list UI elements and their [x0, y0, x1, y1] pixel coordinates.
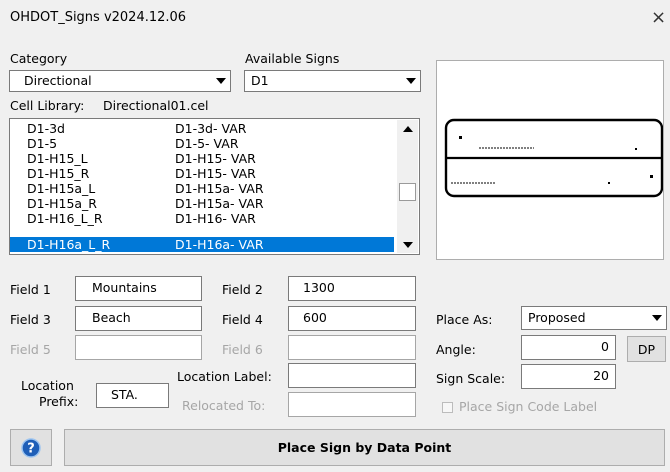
place-as-dropdown[interactable]: Proposed — [521, 306, 667, 330]
field3-value: Beach — [92, 310, 131, 325]
location-label-label: Location Label: — [177, 369, 272, 384]
sign-desc: D1-H15a- VAR — [175, 196, 264, 211]
field2-label: Field 2 — [222, 282, 263, 297]
cell-library-label: Cell Library: — [10, 98, 85, 113]
field1-label: Field 1 — [10, 282, 51, 297]
sign-name: D1-H16_L_R — [27, 211, 103, 226]
chevron-down-icon[interactable] — [649, 309, 665, 327]
category-label: Category — [10, 51, 68, 66]
cell-library-value: Directional01.cel — [103, 98, 209, 113]
field2-input[interactable]: 1300 — [288, 276, 416, 301]
relocated-to-label: Relocated To: — [182, 398, 266, 413]
location-label-input[interactable] — [288, 363, 416, 388]
sign-desc: D1-5- VAR — [175, 136, 239, 151]
list-item[interactable]: D1-H16_L_R D1-H16- VAR — [10, 211, 394, 226]
location-prefix-label-line2: Prefix: — [39, 394, 79, 409]
sign-desc: D1-H15- VAR — [175, 166, 256, 181]
place-sign-button[interactable]: Place Sign by Data Point — [64, 429, 665, 466]
angle-input[interactable]: 0 — [521, 335, 616, 360]
field4-value: 600 — [303, 310, 327, 325]
available-signs-dropdown[interactable]: D1 — [244, 70, 421, 92]
relocated-to-input[interactable] — [288, 392, 416, 417]
window-title: OHDOT_Signs v2024.12.06 — [10, 10, 187, 25]
field1-input[interactable]: Mountains — [75, 276, 202, 301]
place-code-label-checkbox[interactable] — [442, 402, 453, 413]
sign-desc: D1-H16a- VAR — [175, 237, 264, 252]
svg-text:?: ? — [27, 441, 35, 456]
sign-listbox[interactable]: D1-3d D1-3d- VAR D1-5 D1-5- VAR D1-H15_L… — [9, 118, 420, 255]
list-item[interactable]: D1-5 D1-5- VAR — [10, 136, 394, 151]
field4-label: Field 4 — [222, 312, 263, 327]
sign-name: D1-H15a_L — [27, 181, 96, 196]
field5-label: Field 5 — [10, 342, 51, 357]
scroll-up-icon[interactable] — [397, 120, 418, 137]
list-item[interactable]: D1-H15_R D1-H15- VAR — [10, 166, 394, 181]
sign-name: D1-5 — [27, 136, 58, 151]
scroll-down-icon[interactable] — [397, 236, 418, 253]
place-as-value: Proposed — [528, 310, 586, 325]
sign-name: D1-3d — [27, 121, 65, 136]
dp-button[interactable]: DP — [627, 336, 666, 362]
sign-preview — [436, 60, 664, 260]
place-as-label: Place As: — [436, 312, 493, 327]
place-sign-button-label: Place Sign by Data Point — [277, 440, 452, 455]
category-value: Directional — [24, 73, 92, 88]
sign-name: D1-H15a_R — [27, 196, 97, 211]
field3-label: Field 3 — [10, 312, 51, 327]
location-prefix-value: STA. — [111, 387, 138, 402]
sign-scale-value: 20 — [593, 368, 609, 383]
help-icon: ? — [21, 437, 41, 458]
list-item[interactable]: D1-H15a_R D1-H15a- VAR — [10, 196, 394, 211]
category-dropdown[interactable]: Directional — [9, 70, 231, 92]
field6-label: Field 6 — [222, 342, 263, 357]
list-item[interactable]: D1-3d D1-3d- VAR — [10, 121, 394, 136]
sign-scale-label: Sign Scale: — [436, 371, 506, 386]
available-signs-value: D1 — [251, 73, 269, 88]
chevron-down-icon[interactable] — [213, 72, 229, 90]
field2-value: 1300 — [303, 280, 335, 295]
sign-name: D1-H15_L — [27, 151, 88, 166]
sign-preview-graphic — [444, 118, 664, 198]
help-button[interactable]: ? — [10, 429, 52, 466]
sign-name: D1-H16a_L_R — [27, 237, 111, 252]
chevron-down-icon[interactable] — [403, 72, 419, 90]
location-prefix-label-line1: Location — [21, 378, 74, 393]
field1-value: Mountains — [92, 280, 157, 295]
field3-input[interactable]: Beach — [75, 306, 202, 331]
sign-desc: D1-H16- VAR — [175, 211, 256, 226]
sign-scale-input[interactable]: 20 — [521, 364, 616, 389]
angle-value: 0 — [601, 339, 609, 354]
location-prefix-input[interactable]: STA. — [96, 383, 169, 408]
close-icon[interactable]: × — [651, 7, 666, 28]
scroll-thumb[interactable] — [399, 183, 416, 201]
field5-input[interactable] — [75, 335, 202, 360]
sign-desc: D1-H15a- VAR — [175, 181, 264, 196]
list-item[interactable]: D1-H15_L D1-H15- VAR — [10, 151, 394, 166]
list-item[interactable]: D1-H15a_L D1-H15a- VAR — [10, 181, 394, 196]
sign-desc: D1-3d- VAR — [175, 121, 247, 136]
list-scrollbar[interactable] — [397, 120, 418, 253]
angle-label: Angle: — [436, 342, 476, 357]
list-item-selected[interactable]: D1-H16a_L_R D1-H16a- VAR — [10, 237, 394, 252]
field6-input[interactable] — [288, 335, 416, 360]
dp-button-label: DP — [637, 341, 656, 357]
sign-desc: D1-H15- VAR — [175, 151, 256, 166]
sign-name: D1-H15_R — [27, 166, 90, 181]
field4-input[interactable]: 600 — [288, 306, 416, 331]
place-code-label-text: Place Sign Code Label — [459, 399, 598, 414]
available-signs-label: Available Signs — [245, 51, 340, 66]
